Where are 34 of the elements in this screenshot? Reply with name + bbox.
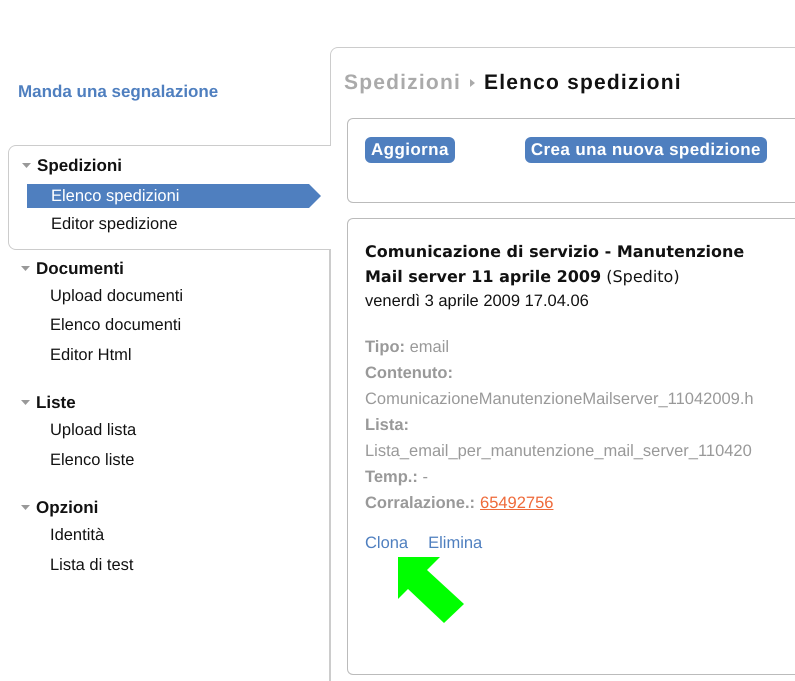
field-label: Corralazione.:: [365, 493, 476, 514]
sidebar-item[interactable]: Upload lista: [8, 416, 329, 446]
triangle-icon: [22, 163, 31, 169]
field-text: Tipo: email: [365, 337, 450, 358]
sidebar-item[interactable]: Identità: [8, 521, 329, 550]
section-header[interactable]: Liste: [8, 390, 329, 416]
field-text: Temp.: -: [365, 468, 428, 486]
triangle-icon: [21, 400, 30, 406]
section-header[interactable]: Spedizioni: [9, 153, 331, 179]
field-value: ComunicazioneManutenzioneMailserver_11042009.h: [365, 390, 754, 408]
page-title: Elenco spedizioni: [484, 71, 682, 95]
action-link[interactable]: Elimina: [428, 534, 482, 553]
action-button[interactable]: Aggiorna: [365, 137, 455, 163]
field-label: Lista:: [365, 416, 410, 434]
section-header[interactable]: Opzioni: [8, 495, 329, 521]
action-button[interactable]: Crea una nuova spedizione: [524, 137, 767, 163]
triangle-icon: [21, 266, 30, 272]
field-value: Lista_email_per_manutenzione_mail_server_110420: [365, 442, 752, 460]
sidebar-item[interactable]: Elenco documenti: [8, 311, 329, 340]
triangle-icon: [21, 505, 30, 511]
sidebar-item[interactable]: Elenco liste: [8, 446, 329, 475]
chevron-icon: [470, 79, 475, 87]
action-link[interactable]: Clona: [365, 534, 408, 553]
pointer-arrow: [398, 557, 464, 623]
sidebar-item[interactable]: Upload documenti: [8, 282, 329, 311]
field-label: Contenuto:: [365, 364, 453, 382]
sidebar-item[interactable]: Elenco spedizioni: [27, 184, 321, 208]
sidebar-item[interactable]: Lista di test: [8, 550, 329, 580]
sidebar-item[interactable]: Editor spedizione: [9, 210, 331, 240]
section-header[interactable]: Documenti: [8, 256, 329, 282]
sidebar-item[interactable]: Editor Html: [8, 340, 329, 370]
report-link[interactable]: Manda una segnalazione: [18, 82, 218, 102]
shipment-date: venerdì 3 aprile 2009 17.04.06: [365, 291, 590, 312]
shipment-title: Comunicazione di servizio - Manutenzione Mail server 11 aprile 2009 (Spedito): [365, 241, 746, 288]
